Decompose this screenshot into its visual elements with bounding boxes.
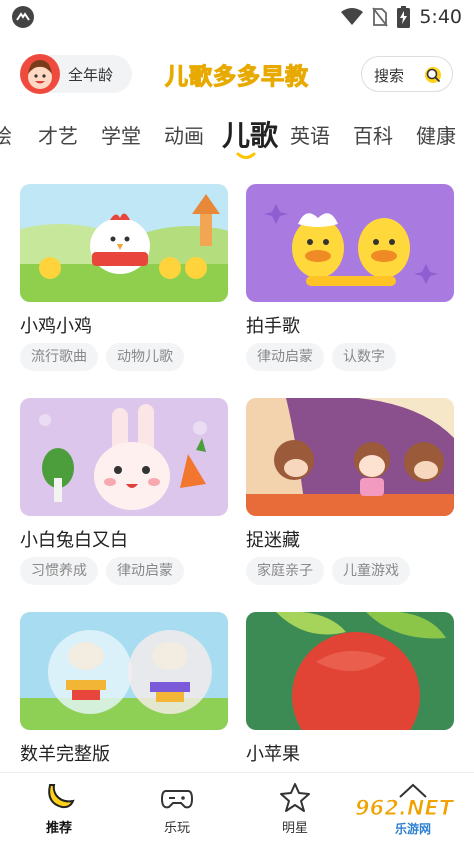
logo-text: 儿歌多多早教 bbox=[165, 64, 309, 91]
tag-chip[interactable]: 律动启蒙 bbox=[246, 343, 324, 371]
video-card[interactable]: 小苹果 bbox=[246, 612, 454, 765]
search-label: 搜索 bbox=[374, 67, 405, 85]
tag-chip[interactable]: 动物儿歌 bbox=[106, 343, 184, 371]
category-tabs: 绘 才艺 学堂 动画 儿歌 英语 百科 健康 bbox=[0, 110, 474, 162]
tag-chip[interactable]: 家庭亲子 bbox=[246, 557, 324, 585]
avatar[interactable] bbox=[20, 54, 60, 94]
tag-list: 习惯养成 律动启蒙 bbox=[20, 557, 184, 585]
star-icon bbox=[280, 783, 310, 812]
site-watermark: 962.NET 乐游网 bbox=[354, 780, 470, 838]
video-title: 小白兔白又白 bbox=[20, 530, 128, 551]
video-title: 数羊完整版 bbox=[20, 744, 110, 765]
no-sim-icon bbox=[372, 7, 389, 27]
tag-chip[interactable]: 流行歌曲 bbox=[20, 343, 98, 371]
tag-chip[interactable]: 认数字 bbox=[332, 343, 396, 371]
status-time: 5:40 bbox=[419, 6, 462, 28]
tag-chip[interactable]: 儿童游戏 bbox=[332, 557, 410, 585]
tag-list: 律动启蒙 认数字 bbox=[246, 343, 396, 371]
age-label: 全年龄 bbox=[68, 66, 114, 84]
video-card[interactable]: 数羊完整版 bbox=[20, 612, 228, 765]
banana-icon bbox=[48, 784, 75, 809]
search-icon bbox=[425, 67, 441, 83]
tab-jiankang[interactable]: 健康 bbox=[416, 120, 456, 149]
app-header: 全年龄 儿歌多多早教 搜索 bbox=[0, 50, 474, 100]
video-thumbnail[interactable] bbox=[246, 612, 454, 730]
video-thumbnail[interactable] bbox=[20, 612, 228, 730]
video-card[interactable]: 小白兔白又白 习惯养成 律动启蒙 bbox=[20, 398, 228, 585]
video-title: 小鸡小鸡 bbox=[20, 316, 92, 337]
tab-caiyi[interactable]: 才艺 bbox=[38, 120, 78, 149]
tab-donghua[interactable]: 动画 bbox=[164, 120, 204, 149]
active-tab-indicator bbox=[236, 152, 256, 159]
nav-play[interactable]: 乐玩 bbox=[137, 781, 217, 836]
gamepad-icon bbox=[160, 790, 194, 809]
video-card[interactable]: 小鸡小鸡 流行歌曲 动物儿歌 bbox=[20, 184, 228, 371]
tag-list: 流行歌曲 动物儿歌 bbox=[20, 343, 184, 371]
app-logo: 儿歌多多早教 bbox=[162, 57, 312, 91]
video-thumbnail[interactable] bbox=[20, 184, 228, 302]
tab-xuetang[interactable]: 学堂 bbox=[101, 120, 141, 149]
video-card[interactable]: 拍手歌 律动启蒙 认数字 bbox=[246, 184, 454, 371]
tab-baike[interactable]: 百科 bbox=[353, 120, 393, 149]
age-selector[interactable]: 全年龄 bbox=[20, 54, 132, 94]
tab-erge[interactable]: 儿歌 bbox=[222, 114, 278, 154]
video-title: 捉迷藏 bbox=[246, 530, 300, 551]
app-notification-icon bbox=[12, 6, 34, 28]
nav-stars[interactable]: 明星 bbox=[255, 781, 335, 836]
watermark-text: 962.NET bbox=[354, 796, 454, 821]
tag-list: 家庭亲子 儿童游戏 bbox=[246, 557, 410, 585]
watermark-subtext: 乐游网 bbox=[395, 822, 432, 836]
battery-charging-icon bbox=[397, 6, 411, 28]
video-thumbnail[interactable] bbox=[246, 398, 454, 516]
video-thumbnail[interactable] bbox=[20, 398, 228, 516]
wifi-icon bbox=[341, 8, 364, 25]
tab-yingyu[interactable]: 英语 bbox=[290, 120, 330, 149]
status-bar: 5:40 bbox=[0, 0, 474, 34]
nav-label: 明星 bbox=[281, 821, 308, 836]
video-card[interactable]: 捉迷藏 家庭亲子 儿童游戏 bbox=[246, 398, 454, 585]
nav-label: 推荐 bbox=[45, 821, 72, 836]
video-title: 小苹果 bbox=[246, 744, 300, 765]
search-button[interactable]: 搜索 bbox=[361, 56, 453, 92]
tag-chip[interactable]: 习惯养成 bbox=[20, 557, 98, 585]
tag-chip[interactable]: 律动启蒙 bbox=[106, 557, 184, 585]
tab-hui[interactable]: 绘 bbox=[0, 120, 12, 149]
nav-recommend[interactable]: 推荐 bbox=[19, 781, 99, 836]
nav-label: 乐玩 bbox=[163, 821, 190, 836]
video-title: 拍手歌 bbox=[246, 316, 300, 337]
video-thumbnail[interactable] bbox=[246, 184, 454, 302]
